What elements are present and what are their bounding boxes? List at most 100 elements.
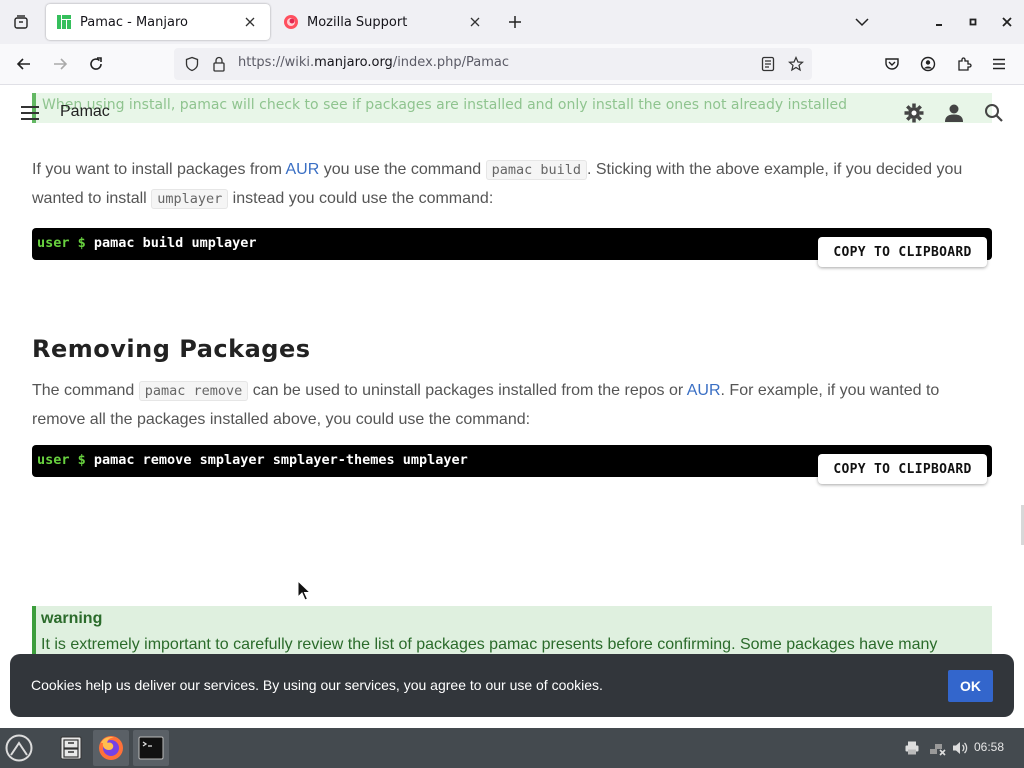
command-line[interactable]: user $ pamac build umplayer	[37, 235, 256, 251]
maximize-button[interactable]	[961, 10, 985, 34]
navigation-toolbar: https://wiki.manjaro.org/index.php/Pamac	[0, 44, 1024, 85]
mouse-cursor-icon	[297, 580, 311, 601]
copy-to-clipboard-button[interactable]: COPY TO CLIPBOARD	[818, 454, 987, 484]
url-prefix: https://wiki.	[238, 55, 315, 70]
list-all-tabs-button[interactable]	[850, 10, 874, 34]
inline-code: pamac build	[485, 160, 587, 180]
aur-link[interactable]: AUR	[285, 161, 319, 178]
paragraph-text: If you want to install packages from	[32, 161, 286, 178]
cookie-ok-button[interactable]: OK	[948, 670, 993, 702]
user-icon	[945, 104, 963, 122]
account-button[interactable]	[914, 50, 942, 78]
app-menu-button[interactable]	[985, 50, 1013, 78]
command-line[interactable]: user $ pamac remove smplayer smplayer-th…	[37, 452, 468, 468]
reload-button[interactable]	[82, 50, 110, 78]
tab-pamac-manjaro[interactable]: Pamac - Manjaro	[46, 4, 270, 40]
url-text[interactable]: https://wiki.manjaro.org/index.php/Pamac	[238, 55, 509, 70]
network-tray-button[interactable]	[928, 738, 948, 758]
window-close-button[interactable]	[995, 10, 1019, 34]
account-icon	[920, 56, 936, 72]
remove-paragraph: The command pamac remove can be used to …	[32, 377, 992, 434]
printer-icon	[905, 741, 919, 755]
bookmark-star-button[interactable]	[786, 54, 806, 74]
lock-icon[interactable]	[209, 54, 229, 74]
firefox-launcher[interactable]	[93, 730, 129, 766]
forward-button[interactable]	[46, 50, 74, 78]
extensions-button[interactable]	[950, 50, 978, 78]
terminal-launcher[interactable]	[133, 730, 169, 766]
file-manager-launcher[interactable]	[53, 730, 89, 766]
removing-packages-heading: Removing Packages	[32, 335, 311, 363]
gear-icon	[904, 103, 924, 123]
code-block-build: user $ pamac build umplayer COPY TO CLIP…	[32, 228, 992, 267]
pocket-button[interactable]	[878, 50, 906, 78]
close-icon	[1002, 17, 1012, 27]
cookie-banner: Cookies help us deliver our services. By…	[10, 654, 1014, 717]
command-text: pamac remove smplayer smplayer-themes um…	[85, 452, 468, 468]
paragraph-text: instead you could use the command:	[228, 189, 494, 207]
close-icon	[470, 17, 480, 27]
code-block-remove: user $ pamac remove smplayer smplayer-th…	[32, 445, 992, 484]
search-button[interactable]	[982, 101, 1006, 125]
terminal-icon	[138, 736, 164, 760]
command-text: pamac build umplayer	[85, 235, 257, 251]
back-button[interactable]	[10, 50, 38, 78]
aur-link[interactable]: AUR	[687, 382, 721, 399]
tab-close-button[interactable]	[465, 12, 485, 32]
pocket-icon	[885, 58, 899, 70]
tab-title: Mozilla Support	[307, 14, 408, 30]
settings-button[interactable]	[902, 101, 926, 125]
inline-code: umplayer	[151, 188, 229, 209]
start-menu-button[interactable]	[1, 730, 37, 766]
site-menu-icon[interactable]	[20, 103, 40, 123]
reader-view-button[interactable]	[758, 54, 778, 74]
close-icon	[245, 17, 255, 27]
star-icon	[788, 56, 804, 72]
url-path: /index.php/Pamac	[392, 55, 510, 70]
printer-tray-button[interactable]	[902, 738, 922, 758]
shell-prompt: user $	[37, 235, 86, 251]
reload-icon	[90, 57, 102, 70]
tab-strip: Pamac - Manjaro Mozilla Support	[0, 0, 1024, 44]
new-tab-button[interactable]	[503, 10, 527, 34]
manjaro-logo-icon	[5, 734, 33, 762]
hamburger-menu-icon	[993, 58, 1005, 70]
chevron-down-icon	[855, 18, 869, 27]
inline-code: pamac remove	[138, 381, 249, 401]
url-bar[interactable]: https://wiki.manjaro.org/index.php/Pamac	[174, 48, 812, 80]
site-title[interactable]: Pamac	[60, 103, 110, 121]
puzzle-piece-icon	[958, 57, 972, 71]
aur-install-paragraph: If you want to install packages from AUR…	[32, 156, 992, 213]
copy-to-clipboard-button[interactable]: COPY TO CLIPBOARD	[818, 237, 987, 267]
taskbar: 06:58	[0, 728, 1024, 768]
volume-tray-button[interactable]	[950, 738, 970, 758]
warning-text: It is extremely important to carefully r…	[41, 636, 938, 653]
speaker-icon	[953, 742, 968, 754]
plus-icon	[509, 16, 521, 28]
tracking-protection-shield-icon[interactable]	[182, 54, 202, 74]
file-cabinet-icon	[60, 736, 82, 760]
search-icon	[985, 104, 1003, 122]
tab-title: Pamac - Manjaro	[80, 14, 188, 30]
mozilla-support-favicon-icon	[284, 15, 298, 29]
site-header: Pamac	[0, 93, 1024, 133]
tab-list-icon	[14, 15, 28, 29]
cookie-message: Cookies help us deliver our services. By…	[31, 677, 603, 693]
taskbar-clock[interactable]: 06:58	[974, 740, 1004, 754]
minimize-button[interactable]	[927, 10, 951, 34]
tab-list-button[interactable]	[8, 9, 34, 35]
tab-mozilla-support[interactable]: Mozilla Support	[273, 4, 495, 40]
manjaro-favicon-icon	[57, 15, 71, 29]
back-arrow-icon	[16, 58, 30, 70]
forward-arrow-icon	[54, 58, 68, 70]
tab-close-button[interactable]	[240, 12, 260, 32]
shell-prompt: user $	[37, 452, 86, 468]
network-disconnected-icon	[930, 744, 946, 756]
user-account-button[interactable]	[942, 101, 966, 125]
maximize-icon	[969, 18, 977, 26]
firefox-icon	[99, 736, 123, 760]
warning-title: warning	[41, 610, 103, 627]
minimize-icon	[936, 24, 942, 26]
reader-view-icon	[761, 56, 775, 72]
page-content: When using install, pamac will check to …	[0, 85, 1024, 728]
